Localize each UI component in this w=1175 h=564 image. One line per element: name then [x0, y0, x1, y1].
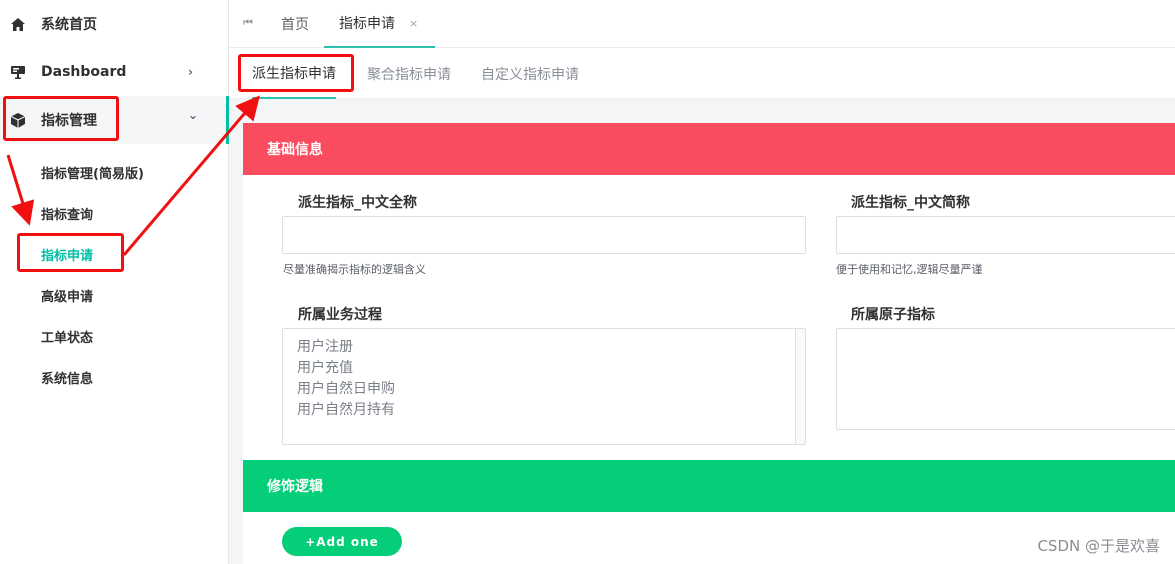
section-header-basic-info: 基础信息 — [243, 123, 1175, 175]
tab-home[interactable]: 首页 — [281, 0, 309, 48]
tab-aggregate-metric-apply[interactable]: 聚合指标申请 — [367, 48, 451, 99]
section-header-modifier-logic: 修饰逻辑 — [243, 460, 1175, 512]
business-process-multiselect[interactable]: 用户注册 用户充值 用户自然日申购 用户自然月持有 — [282, 328, 806, 445]
sidebar-subitem-advanced-apply[interactable]: 高级申请 — [0, 275, 228, 316]
tab-label: 首页 — [281, 17, 309, 33]
close-icon[interactable]: × — [409, 17, 418, 30]
metric-type-tabs: 派生指标申请 聚合指标申请 自定义指标申请 — [229, 48, 1175, 99]
sidebar-subitem-label: 指标管理(简易版) — [41, 167, 144, 182]
sidebar-item-dashboard[interactable]: Dashboard › — [0, 48, 228, 96]
sidebar-item-label: 系统首页 — [41, 17, 97, 33]
tab-label: 指标申请 — [339, 16, 395, 32]
short-name-input[interactable] — [836, 216, 1175, 254]
sidebar-subitem-metric-query[interactable]: 指标查询 — [0, 193, 228, 234]
listbox-scrollbar[interactable] — [795, 329, 805, 444]
watermark: CSDN @于是欢喜 — [1037, 537, 1160, 555]
list-option[interactable]: 用户自然日申购 — [297, 378, 395, 398]
sidebar-subitem-label: 工单状态 — [41, 331, 94, 346]
add-one-button[interactable]: +Add one — [282, 527, 402, 556]
top-tab-bar: ⏮ 首页 指标申请 × — [229, 0, 1175, 48]
sidebar-subitem-ticket-status[interactable]: 工单状态 — [0, 316, 228, 357]
sidebar-item-home[interactable]: 系统首页 — [0, 0, 228, 48]
tab-label: 聚合指标申请 — [367, 66, 451, 83]
tab-label: 自定义指标申请 — [481, 66, 579, 83]
section-title: 基础信息 — [267, 142, 323, 158]
sidebar-subitem-simple-management[interactable]: 指标管理(简易版) — [0, 152, 228, 193]
full-name-label: 派生指标_中文全称 — [298, 195, 417, 211]
list-option[interactable]: 用户自然月持有 — [297, 399, 395, 419]
annotation-box-metric-apply — [17, 233, 124, 272]
section-title: 修饰逻辑 — [267, 479, 323, 495]
form-card: 基础信息 派生指标_中文全称 尽量准确揭示指标的逻辑含义 所属业务过程 用户注册… — [243, 123, 1175, 564]
full-name-hint: 尽量准确揭示指标的逻辑含义 — [283, 263, 426, 276]
sidebar-subitem-label: 系统信息 — [41, 372, 94, 387]
sidebar-subitem-label: 指标查询 — [41, 208, 94, 223]
short-name-hint: 便于使用和记忆,逻辑尽量严谨 — [836, 263, 983, 276]
business-process-label: 所属业务过程 — [298, 307, 382, 323]
short-name-label: 派生指标_中文简称 — [851, 195, 970, 211]
list-option[interactable]: 用户注册 — [297, 336, 353, 356]
sidebar-subitem-system-info[interactable]: 系统信息 — [0, 357, 228, 398]
main-content: 基础信息 派生指标_中文全称 尽量准确揭示指标的逻辑含义 所属业务过程 用户注册… — [229, 99, 1175, 564]
chevron-right-icon: › — [188, 65, 193, 79]
atomic-metric-label: 所属原子指标 — [851, 307, 935, 323]
list-option[interactable]: 用户充值 — [297, 357, 353, 377]
full-name-input[interactable] — [282, 216, 806, 254]
first-page-icon[interactable]: ⏮ — [243, 16, 253, 30]
annotation-box-metric-management — [3, 96, 119, 141]
tab-custom-metric-apply[interactable]: 自定义指标申请 — [481, 48, 579, 99]
sidebar: 系统首页 Dashboard › 指标管理 ⌄ 指标管理(简易版) 指标查询 指… — [0, 0, 229, 564]
dashboard-icon — [10, 64, 26, 80]
atomic-metric-multiselect[interactable] — [836, 328, 1175, 430]
sidebar-item-label: Dashboard — [41, 64, 127, 80]
annotation-box-derived-tab — [238, 54, 354, 92]
home-icon — [10, 16, 26, 32]
sidebar-subitem-label: 高级申请 — [41, 290, 94, 305]
chevron-down-icon: ⌄ — [188, 108, 199, 122]
tab-metric-apply[interactable]: 指标申请 × — [324, 0, 435, 48]
